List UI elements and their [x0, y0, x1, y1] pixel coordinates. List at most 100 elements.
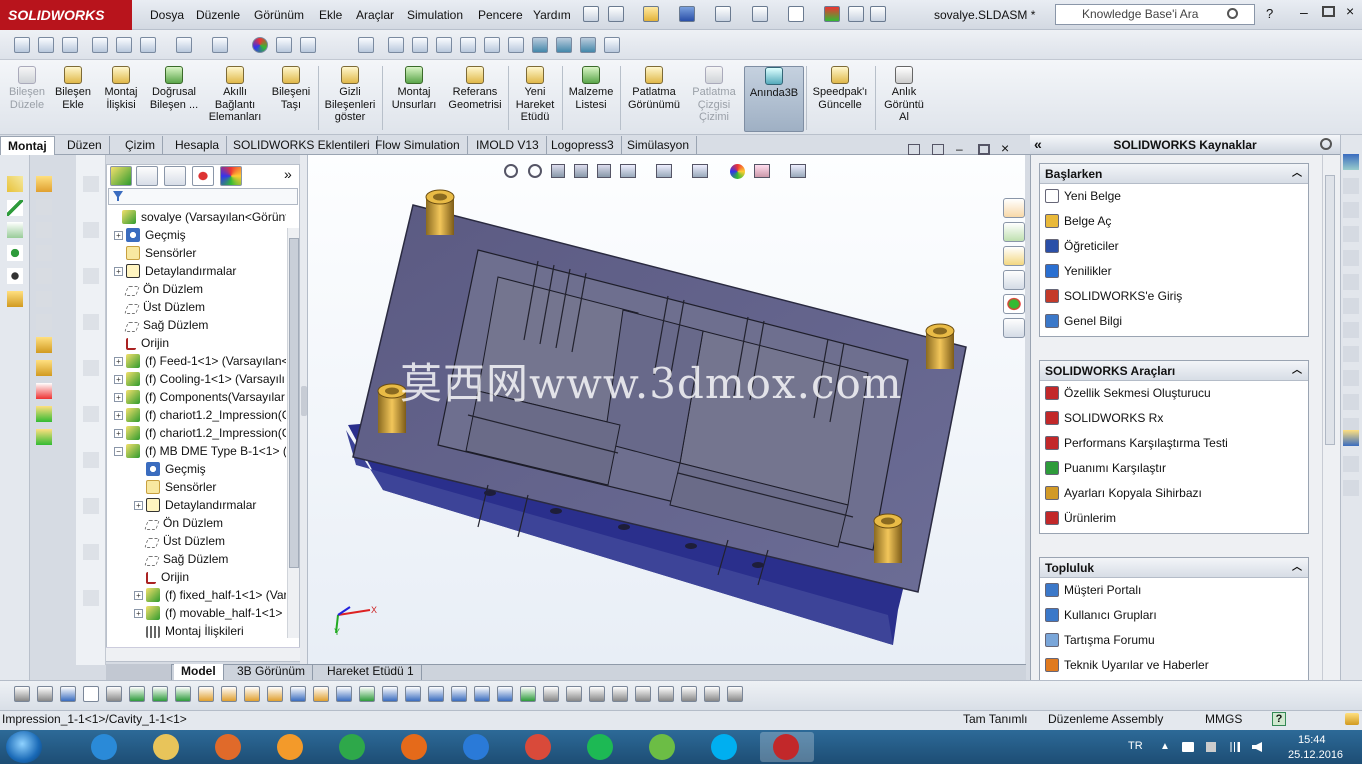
- taskbar-app[interactable]: [760, 732, 814, 762]
- file-properties-icon[interactable]: [848, 6, 864, 22]
- taskbar-app[interactable]: [388, 732, 442, 762]
- tree-item[interactable]: + (f) Feed-1<1> (Varsayılan<: [114, 352, 286, 370]
- tile-window-icon[interactable]: [908, 144, 920, 155]
- view-right-icon[interactable]: [460, 37, 476, 53]
- repair-sketch-icon[interactable]: [36, 360, 52, 376]
- smart-dimension-icon[interactable]: [7, 176, 23, 192]
- tab-duzen[interactable]: Düzen: [60, 136, 110, 155]
- zoom-area-icon[interactable]: [528, 164, 542, 178]
- network-icon[interactable]: [1206, 742, 1216, 752]
- taskbar-app[interactable]: [574, 732, 628, 762]
- group-header[interactable]: Başlarken ︿: [1040, 164, 1308, 184]
- insert-component-button[interactable]: Bileşen Ekle: [50, 66, 96, 111]
- bottom-tool-icon[interactable]: [198, 686, 214, 702]
- view-settings-icon[interactable]: [300, 37, 316, 53]
- bottom-tool-icon[interactable]: [359, 686, 375, 702]
- resource-link[interactable]: Genel Bilgi: [1040, 309, 1308, 334]
- expand-toggle-icon[interactable]: −: [114, 447, 123, 456]
- tab-cizim[interactable]: Çizim: [118, 136, 163, 155]
- bottom-tool-icon[interactable]: [635, 686, 651, 702]
- bottom-tool-icon[interactable]: [221, 686, 237, 702]
- tree-item[interactable]: Orijin: [134, 568, 189, 586]
- instant2d-icon[interactable]: [36, 429, 52, 445]
- expand-toggle-icon[interactable]: +: [114, 357, 123, 366]
- expand-toggle-icon[interactable]: +: [134, 591, 143, 600]
- feature-manager-tab[interactable]: [110, 166, 132, 186]
- group-header[interactable]: SOLIDWORKS Araçları ︿: [1040, 361, 1308, 381]
- bottom-tool-icon[interactable]: [704, 686, 720, 702]
- tree-item[interactable]: Üst Düzlem: [114, 298, 205, 316]
- configuration-manager-tab[interactable]: [164, 166, 186, 186]
- instant3d-button[interactable]: Anında3B: [744, 66, 804, 132]
- tree-item[interactable]: Ön Düzlem: [114, 280, 203, 298]
- tree-item[interactable]: + (f) Components(Varsayılar: [114, 388, 285, 406]
- view-left-icon[interactable]: [436, 37, 452, 53]
- minimize-icon[interactable]: –: [1300, 4, 1308, 20]
- tab-simulasyon[interactable]: Simülasyon: [620, 136, 698, 155]
- clock-time[interactable]: 15:44: [1298, 734, 1326, 746]
- tool-icon[interactable]: [1343, 202, 1359, 218]
- bottom-tool-icon[interactable]: [152, 686, 168, 702]
- expand-toggle-icon[interactable]: +: [114, 231, 123, 240]
- line-icon[interactable]: [7, 200, 23, 216]
- expand-toggle-icon[interactable]: +: [114, 267, 123, 276]
- zoom-to-fit-icon[interactable]: [504, 164, 518, 178]
- restore-icon[interactable]: [1322, 6, 1335, 17]
- hide-show-icon[interactable]: [212, 37, 228, 53]
- bottom-tool-icon[interactable]: [428, 686, 444, 702]
- move-component-button[interactable]: Bileşeni Taşı: [266, 66, 316, 111]
- tool-icon[interactable]: [1343, 274, 1359, 290]
- signal-icon[interactable]: [1228, 742, 1240, 752]
- tree-item[interactable]: Orijin: [114, 334, 169, 352]
- tool-icon[interactable]: [1343, 322, 1359, 338]
- custom-properties-icon[interactable]: [1003, 318, 1025, 338]
- open-folder-icon[interactable]: [643, 6, 659, 22]
- assembly-features-button[interactable]: Montaj Unsurları: [386, 66, 442, 111]
- bottom-tool-icon[interactable]: [290, 686, 306, 702]
- collapse-panel-handle[interactable]: [301, 386, 307, 416]
- bottom-tool-icon[interactable]: [451, 686, 467, 702]
- tree-item[interactable]: + (f) Cooling-1<1> (Varsayılı: [114, 370, 285, 388]
- tab-hesapla[interactable]: Hesapla: [168, 136, 228, 155]
- bottom-tool-icon[interactable]: [612, 686, 628, 702]
- tab-motion-study[interactable]: Hareket Etüdü 1: [320, 664, 422, 680]
- tree-item[interactable]: Sensörler: [134, 478, 216, 496]
- quick-snaps-icon[interactable]: [36, 383, 52, 399]
- close-doc-icon[interactable]: ×: [1001, 140, 1009, 156]
- tree-item[interactable]: Sağ Düzlem: [114, 316, 208, 334]
- rebuild-icon[interactable]: [824, 6, 840, 22]
- tab-3d-view[interactable]: 3B Görünüm: [230, 664, 314, 680]
- tray-expand-icon[interactable]: ▲: [1160, 741, 1170, 752]
- taskbar-app[interactable]: [512, 732, 566, 762]
- zoom-to-fit-icon[interactable]: [14, 37, 30, 53]
- tree-item[interactable]: Sağ Düzlem: [134, 550, 228, 568]
- taskbar-app[interactable]: [202, 732, 256, 762]
- tile-window-icon[interactable]: [932, 144, 944, 155]
- bottom-tool-icon[interactable]: [336, 686, 352, 702]
- tree-item[interactable]: + Detaylandırmalar: [114, 262, 236, 280]
- tree-hscrollbar[interactable]: [106, 647, 300, 661]
- taskbar-app[interactable]: [698, 732, 752, 762]
- display-manager-tab[interactable]: [220, 166, 242, 186]
- sketch-icon[interactable]: [36, 176, 52, 192]
- resource-link[interactable]: Ürünlerim: [1040, 506, 1308, 531]
- tool-icon[interactable]: [1343, 394, 1359, 410]
- action-center-icon[interactable]: [1182, 742, 1194, 752]
- appearances-icon[interactable]: [1003, 294, 1025, 314]
- view-top-icon[interactable]: [484, 37, 500, 53]
- search-icon[interactable]: [1227, 8, 1238, 19]
- expand-toggle-icon[interactable]: +: [114, 375, 123, 384]
- display-style-icon[interactable]: [176, 37, 192, 53]
- bottom-tool-icon[interactable]: [313, 686, 329, 702]
- bottom-tool-icon[interactable]: [405, 686, 421, 702]
- menu-ekle[interactable]: Ekle: [319, 8, 342, 22]
- file-explorer-tab-icon[interactable]: [1003, 246, 1025, 266]
- knowledge-base-search[interactable]: Knowledge Base'i Ara: [1055, 4, 1255, 25]
- bottom-tool-icon[interactable]: [658, 686, 674, 702]
- collapse-chevron-icon[interactable]: ︿: [1292, 164, 1302, 184]
- menu-gorunum[interactable]: Görünüm: [254, 8, 304, 22]
- bottom-tool-icon[interactable]: [497, 686, 513, 702]
- status-units[interactable]: MMGS: [1205, 712, 1242, 726]
- display-style-icon[interactable]: [656, 164, 672, 178]
- menu-pencere[interactable]: Pencere: [478, 8, 523, 22]
